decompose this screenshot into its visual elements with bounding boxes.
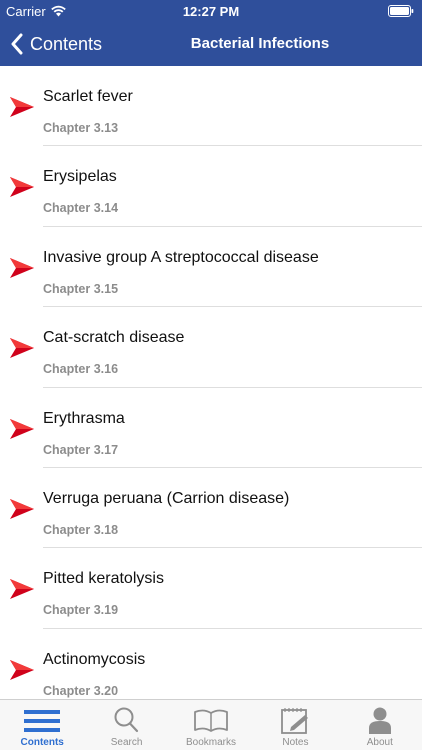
list-item[interactable]: Actinomycosis Chapter 3.20 [0, 629, 422, 699]
battery-icon [388, 5, 414, 17]
list-item-title: Actinomycosis [43, 650, 146, 668]
list-item-chapter: Chapter 3.20 [43, 683, 119, 698]
chevron-left-icon [11, 33, 23, 55]
tab-notes[interactable]: Notes [253, 700, 337, 750]
red-arrow-icon [10, 338, 34, 359]
book-icon [194, 709, 228, 732]
list-item[interactable]: Pitted keratolysis Chapter 3.19 [0, 548, 422, 629]
red-arrow-icon [10, 418, 34, 439]
list-icon [24, 710, 61, 732]
red-arrow-icon [10, 579, 34, 600]
list-item-chapter: Chapter 3.18 [43, 522, 119, 537]
tab-label: Bookmarks [186, 737, 237, 748]
list-item-title: Scarlet fever [43, 88, 133, 105]
tab-label: Contents [20, 737, 64, 748]
list-item-chapter: Chapter 3.19 [43, 603, 119, 618]
list-item[interactable]: Verruga peruana (Carrion disease) Chapte… [0, 468, 422, 549]
list-item-chapter: Chapter 3.14 [43, 201, 119, 216]
list-item[interactable]: Scarlet fever Chapter 3.13 [0, 66, 422, 147]
list-item-title: Invasive group A streptococcal disease [43, 248, 319, 266]
search-icon [114, 707, 138, 733]
tab-search[interactable]: Search [84, 700, 168, 750]
status-time: 12:27 PM [182, 4, 240, 19]
list-item-chapter: Chapter 3.15 [43, 281, 119, 296]
tab-about[interactable]: About [338, 700, 422, 750]
list-item-chapter: Chapter 3.17 [43, 442, 119, 457]
red-arrow-icon [10, 177, 34, 198]
list-item-title: Erysipelas [43, 168, 117, 186]
list-item-chapter: Chapter 3.13 [43, 121, 119, 135]
red-arrow-icon [10, 498, 34, 519]
back-button[interactable]: Contents [10, 22, 102, 66]
tab-bar: Contents Search Bookmarks Notes About [0, 699, 422, 750]
page-title: Bacterial Infections [190, 35, 330, 52]
list-item-title: Pitted keratolysis [43, 570, 164, 588]
list-item-title: Erythrasma [43, 409, 125, 427]
red-arrow-icon [10, 257, 34, 278]
notes-icon [281, 708, 309, 734]
list-item[interactable]: Erysipelas Chapter 3.14 [0, 146, 422, 227]
list-item-chapter: Chapter 3.16 [43, 362, 119, 377]
tab-contents[interactable]: Contents [0, 700, 84, 750]
nav-bar: Contents Bacterial Infections [0, 22, 422, 66]
list-item[interactable]: Cat-scratch disease Chapter 3.16 [0, 307, 422, 388]
red-arrow-icon [10, 97, 34, 117]
back-button-label: Contents [30, 33, 103, 54]
red-arrow-icon [10, 659, 34, 680]
chapter-list: Scarlet fever Chapter 3.13 Erysipelas Ch… [0, 66, 422, 699]
header: Carrier 12:27 PM Contents Bacterial Infe… [0, 0, 422, 66]
status-bar: Carrier 12:27 PM [0, 0, 422, 22]
person-icon [368, 707, 391, 734]
tab-label: Search [110, 737, 143, 748]
list-item[interactable]: Erythrasma Chapter 3.17 [0, 388, 422, 468]
list-item-title: Verruga peruana (Carrion disease) [43, 489, 290, 507]
list-item-title: Cat-scratch disease [43, 329, 185, 347]
tab-bookmarks[interactable]: Bookmarks [169, 700, 253, 750]
tab-label: Notes [282, 737, 309, 748]
list-item[interactable]: Invasive group A streptococcal disease C… [0, 227, 422, 308]
tab-label: About [366, 737, 393, 748]
